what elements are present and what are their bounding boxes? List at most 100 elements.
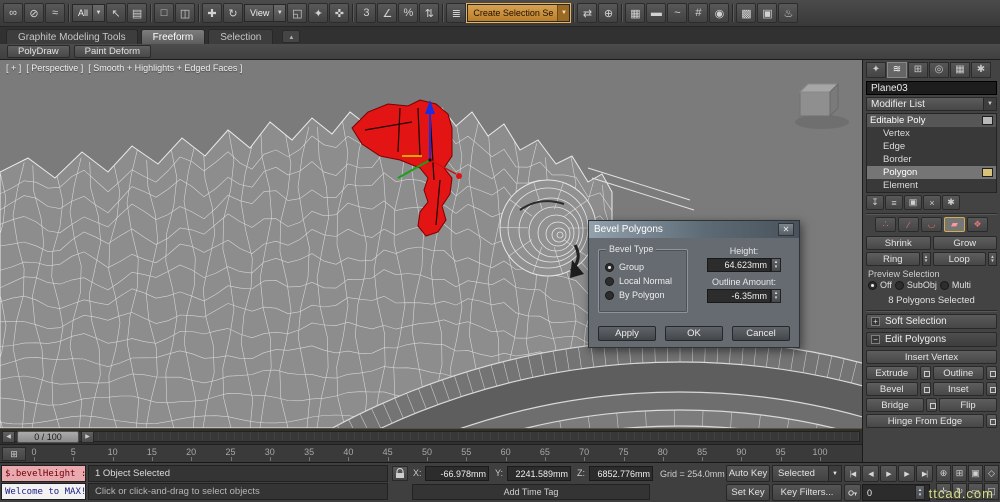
select-by-name-icon[interactable]: ▤ bbox=[127, 3, 148, 23]
stack-row-edge[interactable]: Edge bbox=[867, 140, 996, 153]
time-slider-track[interactable] bbox=[2, 431, 860, 442]
select-object-icon[interactable]: ↖ bbox=[106, 3, 127, 23]
ok-button[interactable]: OK bbox=[665, 326, 723, 341]
shrink-button[interactable]: Shrink bbox=[866, 236, 931, 250]
stack-row-icon[interactable] bbox=[982, 116, 993, 125]
viewport-menu-pov[interactable]: [ Perspective ] bbox=[26, 63, 83, 73]
hinge-from-edge-button[interactable]: Hinge From Edge bbox=[866, 414, 984, 428]
preview-off-radio[interactable] bbox=[868, 280, 877, 290]
material-editor-icon[interactable]: ◉ bbox=[709, 3, 730, 23]
hinge-settings-icon[interactable] bbox=[986, 414, 997, 428]
radio-by-polygon-row[interactable]: By Polygon bbox=[605, 290, 681, 300]
chevron-down-icon[interactable]: ▼ bbox=[557, 5, 570, 21]
extrude-settings-icon[interactable] bbox=[919, 366, 931, 380]
select-and-rotate-icon[interactable]: ↻ bbox=[223, 3, 244, 23]
angle-snap-toggle-icon[interactable]: ∠ bbox=[377, 3, 398, 23]
go-to-end-icon[interactable]: ▶| bbox=[916, 465, 933, 482]
make-unique-icon[interactable]: ▣ bbox=[904, 195, 922, 210]
spin-down-icon[interactable]: ▾ bbox=[775, 265, 778, 270]
remove-modifier-icon[interactable]: × bbox=[923, 195, 941, 210]
spinner-arrows-icon[interactable]: ▴ ▾ bbox=[771, 258, 781, 272]
unlink-selection-icon[interactable]: ⊘ bbox=[24, 3, 44, 23]
stack-row-vertex[interactable]: Vertex bbox=[867, 127, 996, 140]
go-to-start-icon[interactable]: |◀ bbox=[844, 465, 861, 482]
next-frame-icon[interactable]: ▶ bbox=[898, 465, 915, 482]
modifier-list-dropdown[interactable]: Modifier List ▼ bbox=[866, 97, 997, 111]
maxscript-mini-listener-output[interactable]: Welcome to MAX! bbox=[1, 483, 86, 500]
z-coordinate-field[interactable]: 6852.776mm bbox=[589, 466, 653, 481]
expand-icon[interactable]: + bbox=[871, 317, 880, 326]
time-slider[interactable]: ◀ 0 / 100 ▶ bbox=[0, 428, 862, 444]
height-field[interactable]: 64.623mm bbox=[707, 258, 771, 272]
previous-frame-icon[interactable]: ◀ bbox=[862, 465, 879, 482]
radio-group[interactable] bbox=[605, 262, 614, 272]
edge-mode-icon[interactable]: ∕ bbox=[898, 217, 919, 232]
outline-button[interactable]: Outline bbox=[932, 366, 984, 380]
time-slider-handle[interactable]: 0 / 100 bbox=[17, 430, 79, 443]
percent-snap-toggle-icon[interactable]: % bbox=[398, 3, 419, 23]
create-tab-icon[interactable]: ✦ bbox=[866, 61, 886, 78]
add-time-tag[interactable]: Add Time Tag bbox=[412, 484, 650, 500]
key-set-dropdown[interactable]: Selected ▼ bbox=[772, 465, 842, 482]
polygon-mode-icon[interactable]: ▰ bbox=[944, 217, 965, 232]
rectangular-selection-region-icon[interactable]: □ bbox=[154, 3, 175, 23]
select-and-manipulate-icon[interactable]: ✜ bbox=[329, 3, 350, 23]
snaps-toggle-icon[interactable]: 3 bbox=[356, 3, 377, 23]
key-mode-toggle-icon[interactable] bbox=[844, 484, 861, 501]
current-frame-field[interactable]: 0 ▴ ▾ bbox=[862, 484, 930, 501]
vertex-mode-icon[interactable]: ∴ bbox=[875, 217, 896, 232]
field-of-view-icon[interactable]: ◇ bbox=[984, 465, 999, 482]
track-bar[interactable]: ⊞ 0 5 10 15 20 25 30 35 40 45 50 55 60 65 70 75 80 85 90 95… bbox=[0, 444, 862, 462]
select-and-link-icon[interactable]: ∞ bbox=[3, 3, 23, 23]
chevron-down-icon[interactable]: ▼ bbox=[983, 98, 996, 110]
border-mode-icon[interactable]: ◡ bbox=[921, 217, 942, 232]
render-production-icon[interactable]: ♨ bbox=[778, 3, 799, 23]
maxscript-mini-listener-macro[interactable]: $.bevelHeight : bbox=[1, 465, 86, 482]
selection-filter-dropdown[interactable]: All ▼ bbox=[72, 4, 106, 22]
align-icon[interactable]: ⊕ bbox=[598, 3, 619, 23]
motion-tab-icon[interactable]: ◎ bbox=[929, 61, 949, 78]
select-and-move-icon[interactable]: ✚ bbox=[202, 3, 223, 23]
zoom-region-icon[interactable]: ▭ bbox=[968, 483, 983, 500]
ring-button[interactable]: Ring bbox=[866, 252, 920, 266]
cancel-button[interactable]: Cancel bbox=[732, 326, 790, 341]
utilities-tab-icon[interactable]: ✱ bbox=[971, 61, 991, 78]
select-and-scale-icon[interactable]: ◱ bbox=[287, 3, 308, 23]
spinner-arrows-icon[interactable]: ▴ ▾ bbox=[915, 485, 925, 500]
apply-button[interactable]: Apply bbox=[598, 326, 656, 341]
chevron-down-icon[interactable]: ▼ bbox=[273, 5, 286, 21]
insert-vertex-button[interactable]: Insert Vertex bbox=[866, 350, 997, 364]
soft-selection-rollout[interactable]: + Soft Selection bbox=[866, 314, 997, 329]
set-key-button[interactable]: Set Key bbox=[726, 484, 770, 501]
viewport-menu-plus[interactable]: [ + ] bbox=[6, 63, 21, 73]
render-setup-icon[interactable]: ▩ bbox=[736, 3, 757, 23]
preview-multi-radio[interactable] bbox=[939, 280, 949, 290]
previous-frame-arrow-icon[interactable]: ◀ bbox=[2, 430, 15, 443]
dialog-titlebar[interactable]: Bevel Polygons ✕ bbox=[589, 221, 799, 238]
edit-named-selection-sets-icon[interactable]: ≣ bbox=[446, 3, 467, 23]
subtab-paint-deform[interactable]: Paint Deform bbox=[73, 45, 152, 58]
ribbon-minimize-icon[interactable]: ▴ bbox=[282, 30, 301, 43]
loop-button[interactable]: Loop bbox=[932, 252, 986, 266]
ring-spinner[interactable]: ▲ ▼ bbox=[921, 252, 931, 266]
maximize-viewport-icon[interactable]: ◱ bbox=[984, 483, 999, 500]
orbit-icon[interactable]: ↻ bbox=[952, 483, 967, 500]
zoom-icon[interactable]: ⊕ bbox=[936, 465, 951, 482]
radio-local-normal-row[interactable]: Local Normal bbox=[605, 276, 681, 286]
spinner-arrows-icon[interactable]: ▴ ▾ bbox=[771, 289, 781, 303]
bevel-button[interactable]: Bevel bbox=[866, 382, 918, 396]
outline-amount-field[interactable]: -6.35mm bbox=[707, 289, 771, 303]
object-name-field[interactable]: Plane03 bbox=[866, 81, 997, 95]
inset-button[interactable]: Inset bbox=[932, 382, 984, 396]
stack-row-element[interactable]: Element bbox=[867, 179, 996, 192]
zoom-extents-icon[interactable]: ▣ bbox=[968, 465, 983, 482]
show-end-result-icon[interactable]: ≡ bbox=[885, 195, 903, 210]
flip-button[interactable]: Flip bbox=[939, 398, 997, 412]
viewport-menu-shading[interactable]: [ Smooth + Highlights + Edged Faces ] bbox=[88, 63, 242, 73]
open-mini-curve-editor-icon[interactable]: ⊞ bbox=[2, 447, 26, 461]
stack-row-border[interactable]: Border bbox=[867, 153, 996, 166]
stack-row-editable-poly[interactable]: Editable Poly bbox=[867, 114, 996, 127]
rendered-frame-window-icon[interactable]: ▣ bbox=[757, 3, 778, 23]
pan-icon[interactable]: ✛ bbox=[936, 483, 951, 500]
named-selection-sets-dropdown[interactable]: Create Selection Se ▼ bbox=[467, 4, 571, 22]
